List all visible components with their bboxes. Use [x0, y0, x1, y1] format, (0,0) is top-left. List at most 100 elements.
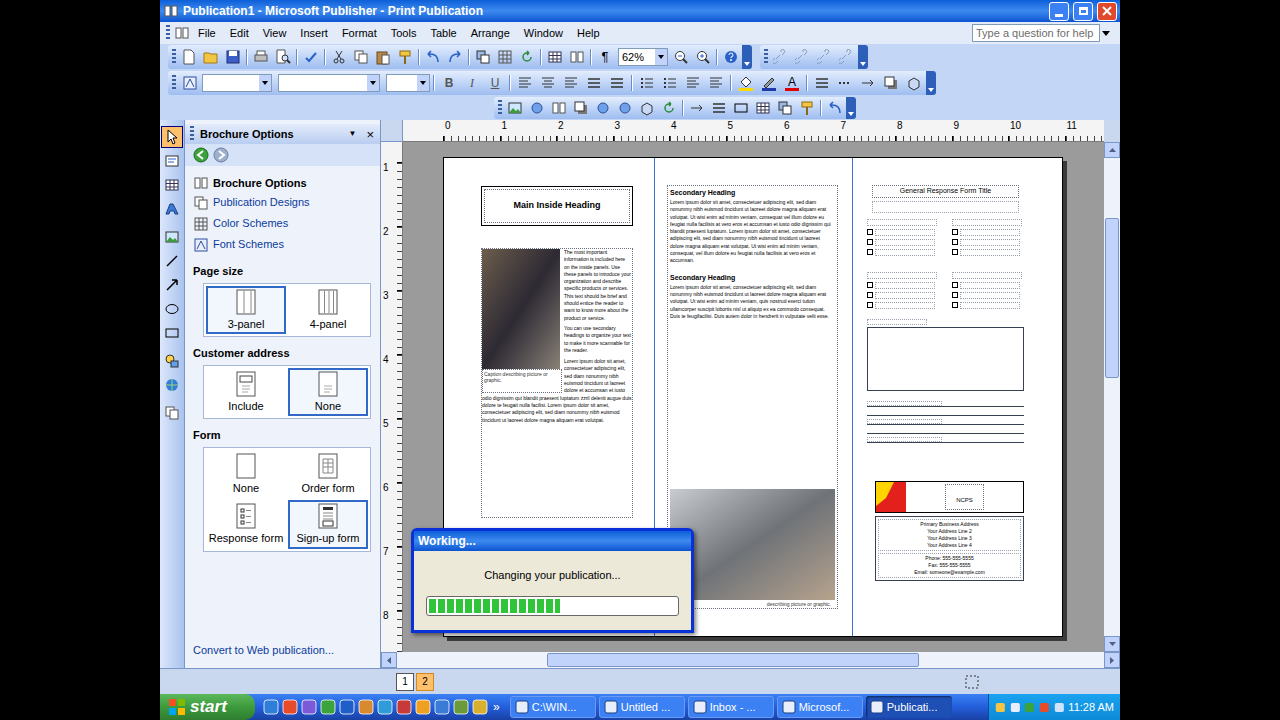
menu-item[interactable]: Insert	[294, 25, 334, 42]
task-pane-link[interactable]: Color Schemes	[193, 213, 372, 234]
gallery-option[interactable]: 4-panel	[288, 286, 368, 335]
quick-launch-more[interactable]: »	[491, 698, 502, 716]
picture-caption[interactable]: describing picture or graphic.	[670, 600, 835, 608]
vertical-scrollbar[interactable]	[1104, 142, 1120, 652]
object-tool-button[interactable]	[161, 150, 183, 172]
toolbar-button[interactable]	[670, 46, 692, 68]
quick-launch-icon[interactable]	[434, 699, 450, 715]
menu-item[interactable]: Table	[424, 25, 462, 42]
toolbar-button[interactable]	[774, 97, 796, 119]
toolbar-options-button[interactable]	[926, 71, 936, 95]
toolbar-button[interactable]	[834, 72, 856, 94]
toolbar-button[interactable]	[770, 46, 792, 68]
toolbar-grip[interactable]	[172, 49, 176, 65]
page-navigator-button[interactable]: 1	[396, 673, 414, 691]
comments-box[interactable]	[867, 327, 1024, 391]
underline-button[interactable]: U	[484, 72, 506, 94]
task-pane-menu-button[interactable]: ▼	[345, 128, 359, 140]
taskbar-button[interactable]: Inbox - ...	[688, 696, 774, 718]
object-tool-button[interactable]	[161, 350, 183, 372]
toolbar-button[interactable]	[836, 46, 858, 68]
quick-launch-icon[interactable]	[282, 699, 298, 715]
italic-button[interactable]: I	[461, 72, 483, 94]
checkbox[interactable]	[867, 229, 873, 235]
toolbar-button[interactable]	[692, 46, 714, 68]
form-title[interactable]: General Response Form Title	[872, 185, 1019, 198]
toolbar-button[interactable]	[606, 72, 628, 94]
gallery-option[interactable]: 3-panel	[206, 286, 286, 335]
close-button[interactable]	[1097, 2, 1117, 21]
checkbox[interactable]	[867, 302, 873, 308]
toolbar-button[interactable]	[504, 97, 526, 119]
toolbar-button[interactable]	[708, 97, 730, 119]
object-tool-button[interactable]	[161, 174, 183, 196]
task-pane-heading[interactable]: Brochure Options	[193, 174, 372, 192]
toolbar-button[interactable]	[796, 97, 818, 119]
gallery-option[interactable]: None	[206, 450, 286, 499]
toolbar-button[interactable]	[300, 46, 322, 68]
toolbar-combo[interactable]	[386, 74, 430, 92]
object-tool-button[interactable]	[161, 126, 183, 148]
object-tool-button[interactable]	[161, 250, 183, 272]
toolbar-button[interactable]	[537, 72, 559, 94]
formatting-marks-button[interactable]: ¶	[594, 46, 616, 68]
tray-icon[interactable]	[1054, 701, 1065, 714]
toolbar-options-button[interactable]	[742, 45, 752, 69]
toolbar-combo[interactable]: 62%	[618, 48, 668, 67]
toolbar-grip[interactable]	[190, 126, 194, 142]
start-button[interactable]: start	[160, 694, 255, 720]
taskbar-button[interactable]: Publicati...	[866, 696, 952, 718]
toolbar-button[interactable]	[857, 72, 879, 94]
photo[interactable]	[670, 489, 835, 600]
toolbar-options-button[interactable]	[846, 97, 856, 119]
toolbar-grip[interactable]	[764, 49, 768, 65]
tray-icon[interactable]	[995, 701, 1006, 714]
title-bar[interactable]: Publication1 - Microsoft Publisher - Pri…	[160, 0, 1120, 22]
toolbar-button[interactable]	[614, 97, 636, 119]
toolbar-button[interactable]	[494, 46, 516, 68]
object-tool-button[interactable]	[161, 322, 183, 344]
convert-to-web-link[interactable]: Convert to Web publication...	[193, 642, 372, 659]
menu-item[interactable]: Window	[518, 25, 569, 42]
gallery-option[interactable]: None	[288, 368, 368, 417]
toolbar-button[interactable]	[544, 46, 566, 68]
toolbar-button[interactable]	[472, 46, 494, 68]
toolbar-button[interactable]	[880, 72, 902, 94]
checkbox[interactable]	[952, 239, 958, 245]
menu-item[interactable]: Format	[336, 25, 383, 42]
address-frame[interactable]: Primary Business AddressYour Address Lin…	[875, 516, 1024, 581]
toolbar-options-button[interactable]	[858, 45, 868, 69]
task-pane-link[interactable]: Publication Designs	[193, 192, 372, 213]
horizontal-ruler[interactable]: 01234567891011	[403, 120, 1104, 142]
story-frame[interactable]: Caption describing picture or graphic.Th…	[481, 248, 633, 518]
bold-button[interactable]: B	[438, 72, 460, 94]
toolbar-grip[interactable]	[166, 25, 170, 41]
dialog-title-bar[interactable]: Working...	[414, 531, 691, 551]
task-pane-link[interactable]: Font Schemes	[193, 234, 372, 255]
toolbar-button[interactable]	[686, 97, 708, 119]
menu-item[interactable]: View	[257, 25, 293, 42]
toolbar-button[interactable]	[222, 46, 244, 68]
photo[interactable]	[482, 249, 560, 369]
toolbar-button[interactable]	[758, 72, 780, 94]
menu-item[interactable]: Arrange	[465, 25, 516, 42]
toolbar-button[interactable]	[514, 72, 536, 94]
object-tool-button[interactable]	[161, 402, 183, 424]
horizontal-scrollbar[interactable]	[381, 652, 1120, 668]
quick-launch-icon[interactable]	[377, 699, 393, 715]
toolbar-button[interactable]	[526, 97, 548, 119]
task-pane-close-button[interactable]: ×	[363, 128, 377, 141]
toolbar-button[interactable]	[560, 72, 582, 94]
tray-icon[interactable]	[1024, 701, 1035, 714]
picture-caption[interactable]: Caption describing picture or graphic.	[482, 369, 562, 393]
help-search-box[interactable]: Type a question for help	[972, 24, 1100, 43]
toolbar-button[interactable]	[824, 97, 846, 119]
form-subtitle-placeholder[interactable]	[872, 201, 1019, 213]
toolbar-button[interactable]	[659, 72, 681, 94]
checkbox[interactable]	[952, 249, 958, 255]
checkbox[interactable]	[952, 282, 958, 288]
toolbar-button[interactable]	[682, 72, 704, 94]
toolbar-button[interactable]	[570, 97, 592, 119]
vertical-ruler[interactable]: 12345678	[381, 142, 403, 652]
toolbar-grip[interactable]	[172, 75, 176, 91]
